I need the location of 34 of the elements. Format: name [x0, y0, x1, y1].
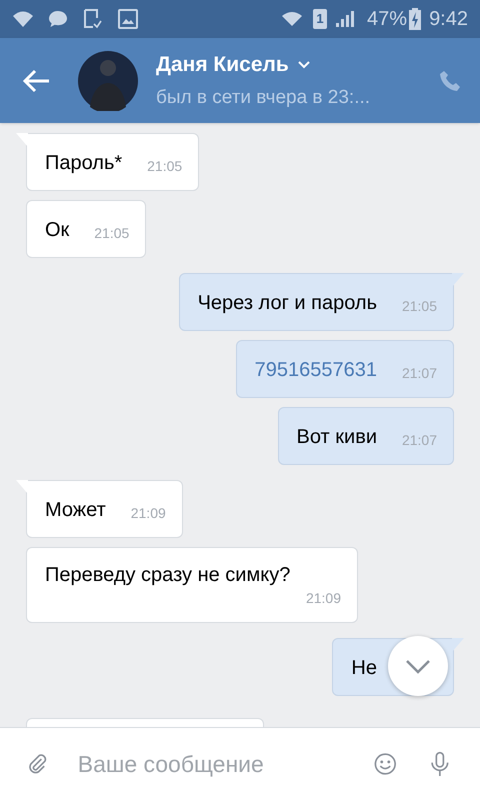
message-text: Может	[45, 498, 106, 523]
signal-icon	[335, 10, 356, 28]
message-text: Пароль*	[45, 151, 122, 176]
message-text: Вот киви	[296, 425, 377, 450]
image-icon	[118, 9, 138, 29]
sim-icon: 1	[313, 9, 328, 29]
wifi-icon	[281, 11, 304, 27]
message-text: Переведу сразу не симку?	[45, 563, 290, 588]
message-time: 21:05	[146, 157, 182, 176]
chevron-down-icon	[405, 658, 431, 674]
message-composer[interactable]: Ваше сообщение	[0, 727, 480, 800]
clock: 9:42	[429, 7, 468, 32]
message-text: Не	[351, 656, 377, 681]
battery-icon	[409, 8, 422, 30]
phone-number-link[interactable]: 79516557631	[254, 357, 377, 383]
wifi-icon	[12, 10, 34, 28]
message-time: 21:05	[400, 297, 437, 316]
avatar[interactable]	[78, 50, 138, 110]
message-input[interactable]: Ваше сообщение	[78, 746, 374, 782]
message-text: Через лог и пароль	[198, 291, 377, 316]
phone-icon	[438, 68, 462, 92]
message-time: 21:05	[93, 224, 130, 243]
message-time: 21:09	[130, 504, 166, 523]
message-time: 21:07	[400, 364, 437, 383]
message-time: 21:09	[304, 589, 341, 608]
device-icon	[82, 8, 102, 30]
last-seen-status: был в сети вчера в 23:...	[156, 86, 372, 110]
contact-name[interactable]: Даня Кисель	[156, 49, 289, 80]
message-time: 21:07	[400, 431, 437, 450]
chat-icon	[48, 10, 68, 28]
battery-percent: 47%	[367, 7, 408, 32]
message-text: Ок	[45, 218, 70, 243]
back-arrow-icon	[23, 68, 51, 92]
chevron-down-icon	[296, 60, 311, 70]
